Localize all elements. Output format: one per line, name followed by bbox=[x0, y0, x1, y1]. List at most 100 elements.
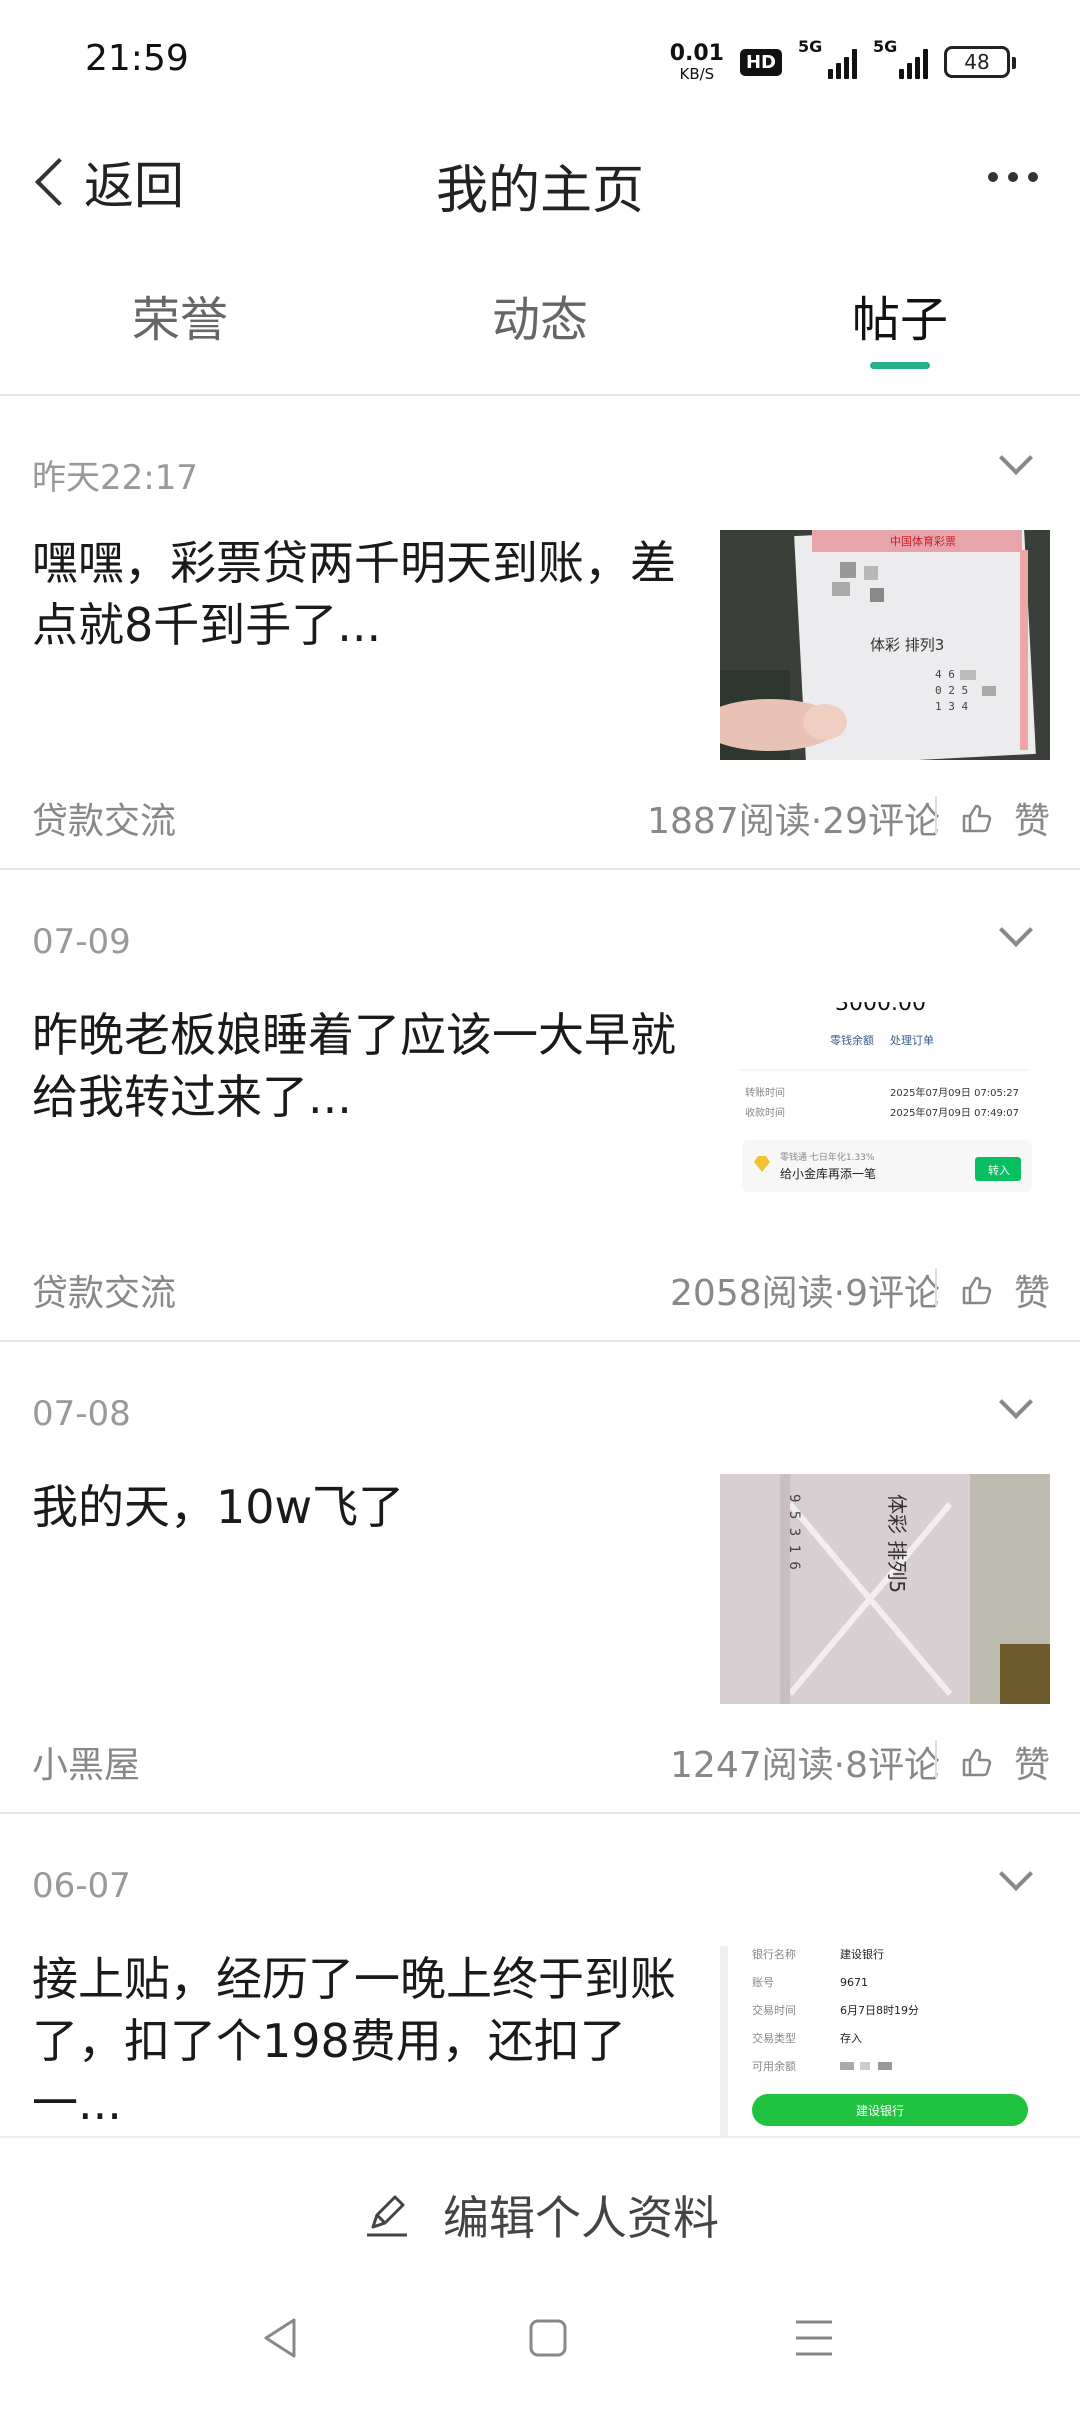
like-label: 赞 bbox=[1013, 1745, 1050, 1786]
post-category[interactable]: 贷款交流 bbox=[32, 1264, 176, 1316]
net-speed-value: 0.01 bbox=[669, 40, 724, 66]
post-list: 昨天22:17 嘿嘿，彩票贷两千明天到账，差点就8千到手了... 中国体育彩票 … bbox=[0, 398, 1080, 2136]
post-item[interactable]: 06-07 接上贴，经历了一晚上终于到账了，扣了个198费用，还扣了一... 银… bbox=[0, 1814, 1080, 2136]
post-text: 昨晚老板娘睡着了应该一大早就给我转过来了... bbox=[32, 1008, 676, 1124]
net-speed-unit: KB/S bbox=[679, 64, 715, 83]
post-date: 06-07 bbox=[32, 1866, 131, 1906]
net-speed-indicator: 0.01 KB/S bbox=[669, 40, 724, 83]
tab-activity[interactable]: 动态 bbox=[420, 280, 660, 350]
receipt-row-value: 9671 bbox=[840, 1976, 868, 1989]
system-nav-bar bbox=[0, 2286, 1080, 2412]
thumbs-up-icon bbox=[962, 1276, 992, 1305]
nav-back-button[interactable] bbox=[258, 2314, 302, 2366]
transfer-receipt-image: 3000.00 零钱余额 处理订单 转账时间 2025年07月09日 07:05… bbox=[720, 1002, 1050, 1232]
status-time: 21:59 bbox=[85, 38, 189, 79]
post-stats: 1247阅读·8评论 bbox=[670, 1745, 940, 1786]
receipt-row-label: 银行名称 bbox=[752, 1947, 796, 1961]
receipt-row-value: 2025年07月09日 07:49:07 bbox=[890, 1106, 1019, 1119]
page-title: 我的主页 bbox=[435, 161, 644, 221]
chevron-down-icon[interactable] bbox=[999, 441, 1033, 475]
receipt-button: 建设银行 bbox=[856, 2104, 904, 2118]
tab-bar: 荣誉 动态 帖子 bbox=[0, 270, 1080, 396]
promo-line: 零钱通 七日年化1.33% bbox=[780, 1151, 875, 1163]
post-text: 接上贴，经历了一晚上终于到账了，扣了个198费用，还扣了一... bbox=[32, 1952, 676, 2130]
nav-back-icon bbox=[264, 2318, 296, 2358]
receipt-row-value: 存入 bbox=[840, 2031, 862, 2045]
post-thumbnail[interactable]: 银行名称 建设银行 账号 9671 交易时间 6月7日8时19分 交易类型 存入… bbox=[720, 1946, 1050, 2136]
signal-1-label: 5G bbox=[798, 37, 823, 56]
active-tab-indicator bbox=[870, 362, 930, 369]
status-icons: 0.01 KB/S HD 5G 5G 48 bbox=[669, 37, 1016, 84]
nav-home-icon bbox=[529, 2319, 567, 2357]
ticket-row: 0 2 5 bbox=[935, 684, 968, 697]
nav-recents-button[interactable] bbox=[792, 2314, 836, 2366]
post-item[interactable]: 07-08 我的天，10w飞了 体彩 排列5 9 5 3 1 6 小黑屋 124… bbox=[0, 1342, 1080, 1814]
post-stats: 1887阅读·29评论 bbox=[647, 801, 940, 842]
receipt-row-label: 可用余额 bbox=[752, 2059, 796, 2073]
app-header: 返回 我的主页 bbox=[0, 120, 1080, 240]
post-category[interactable]: 小黑屋 bbox=[32, 1736, 140, 1788]
like-button[interactable]: 赞 bbox=[960, 792, 1050, 844]
chevron-down-icon[interactable] bbox=[999, 1385, 1033, 1419]
divider bbox=[935, 1740, 937, 1778]
battery-level: 48 bbox=[964, 50, 990, 74]
receipt-row-value: 6月7日8时19分 bbox=[840, 2004, 919, 2017]
receipt-row-label: 交易类型 bbox=[752, 2031, 796, 2045]
battery-icon: 48 bbox=[944, 46, 1016, 78]
receipt-link: 处理订单 bbox=[890, 1034, 934, 1047]
signal-icon-2: 5G bbox=[873, 37, 928, 79]
like-label: 赞 bbox=[1013, 1273, 1050, 1314]
receipt-row-label: 收款时间 bbox=[745, 1106, 785, 1119]
receipt-row-value: 2025年07月09日 07:05:27 bbox=[890, 1086, 1019, 1099]
post-text: 我的天，10w飞了 bbox=[32, 1480, 405, 1534]
more-options-button[interactable] bbox=[988, 172, 1038, 182]
post-thumbnail[interactable]: 3000.00 零钱余额 处理订单 转账时间 2025年07月09日 07:05… bbox=[720, 1002, 1050, 1232]
receipt-row-label: 转账时间 bbox=[745, 1086, 785, 1099]
post-text: 嘿嘿，彩票贷两千明天到账，差点就8千到手了... bbox=[32, 536, 676, 652]
post-item[interactable]: 07-09 昨晚老板娘睡着了应该一大早就给我转过来了... 3000.00 零钱… bbox=[0, 870, 1080, 1342]
bottom-action-bar: 编辑个人资料 bbox=[0, 2136, 1080, 2286]
post-date: 07-09 bbox=[32, 922, 131, 962]
receipt-row-label: 交易时间 bbox=[752, 2003, 796, 2017]
nav-recents-icon bbox=[796, 2320, 832, 2356]
lottery-ticket-image: 体彩 排列5 9 5 3 1 6 bbox=[720, 1474, 1050, 1704]
post-thumbnail[interactable]: 体彩 排列5 9 5 3 1 6 bbox=[720, 1474, 1050, 1704]
hd-icon: HD bbox=[739, 48, 782, 76]
post-date: 07-08 bbox=[32, 1394, 131, 1434]
receipt-amount: 3000.00 bbox=[835, 1002, 926, 1016]
divider bbox=[935, 1268, 937, 1306]
chevron-down-icon[interactable] bbox=[999, 1857, 1033, 1891]
receipt-link: 零钱余额 bbox=[830, 1033, 874, 1047]
post-thumbnail[interactable]: 中国体育彩票 体彩 排列3 4 6 7 0 2 5 1 3 4 bbox=[720, 530, 1050, 760]
ticket-game: 体彩 排列5 bbox=[885, 1494, 909, 1593]
like-label: 赞 bbox=[1013, 801, 1050, 842]
like-button[interactable]: 赞 bbox=[960, 1736, 1050, 1788]
receipt-row-label: 账号 bbox=[752, 1976, 774, 1989]
bank-receipt-image: 银行名称 建设银行 账号 9671 交易时间 6月7日8时19分 交易类型 存入… bbox=[720, 1946, 1050, 2136]
thumbs-up-icon bbox=[962, 1748, 992, 1777]
receipt-row-value: 建设银行 bbox=[840, 1947, 884, 1961]
like-button[interactable]: 赞 bbox=[960, 1264, 1050, 1316]
promo-button: 转入 bbox=[988, 1163, 1010, 1177]
signal-2-label: 5G bbox=[873, 37, 898, 56]
tab-honors[interactable]: 荣誉 bbox=[60, 280, 300, 350]
pencil-icon bbox=[367, 2195, 407, 2237]
ticket-row: 1 3 4 bbox=[935, 700, 968, 713]
post-stats: 2058阅读·9评论 bbox=[670, 1273, 940, 1314]
signal-icon-1: 5G bbox=[798, 37, 857, 79]
divider bbox=[935, 796, 937, 834]
edit-profile-button[interactable]: 编辑个人资料 bbox=[0, 2182, 1080, 2248]
post-item[interactable]: 昨天22:17 嘿嘿，彩票贷两千明天到账，差点就8千到手了... 中国体育彩票 … bbox=[0, 398, 1080, 870]
ticket-header: 中国体育彩票 bbox=[890, 534, 956, 548]
thumbs-up-icon bbox=[962, 804, 992, 833]
post-category[interactable]: 贷款交流 bbox=[32, 792, 176, 844]
status-bar: 21:59 0.01 KB/S HD 5G 5G 48 bbox=[0, 0, 1080, 120]
nav-home-button[interactable] bbox=[526, 2314, 570, 2366]
lottery-ticket-image: 中国体育彩票 体彩 排列3 4 6 7 0 2 5 1 3 4 bbox=[720, 530, 1050, 760]
promo-line: 给小金库再添一笔 bbox=[780, 1166, 876, 1181]
ticket-game: 体彩 排列3 bbox=[870, 636, 944, 654]
tab-posts[interactable]: 帖子 bbox=[780, 280, 1020, 350]
post-date: 昨天22:17 bbox=[32, 458, 198, 498]
edit-profile-label: 编辑个人资料 bbox=[443, 2191, 719, 2245]
chevron-down-icon[interactable] bbox=[999, 913, 1033, 947]
